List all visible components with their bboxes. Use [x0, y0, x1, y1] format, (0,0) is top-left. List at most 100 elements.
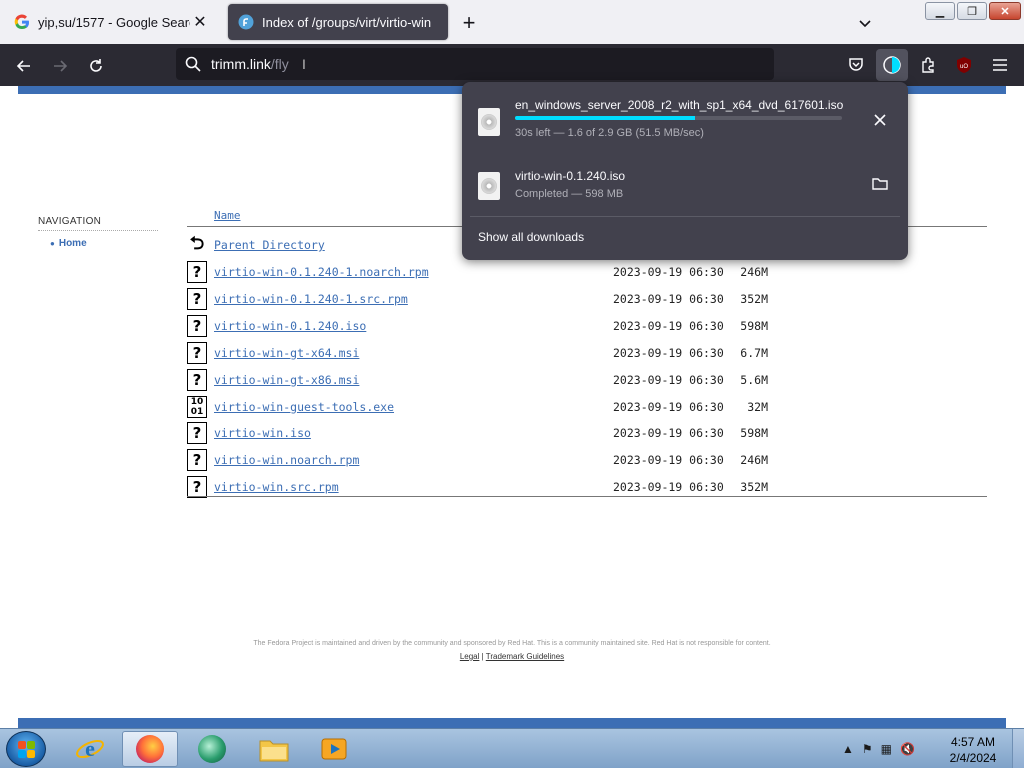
system-clock[interactable]: 4:57 AM 2/4/2024: [944, 734, 1002, 766]
maximize-window-button[interactable]: ❐: [957, 2, 987, 20]
pocket-icon[interactable]: [843, 52, 869, 78]
tab-title: Index of /groups/virt/virtio-win: [262, 14, 432, 30]
clock-time: 4:57 AM: [950, 735, 996, 749]
action-center-flag-icon[interactable]: ⚑: [862, 742, 873, 756]
file-date: 2023-09-19 06:30: [613, 291, 724, 306]
folder-icon: [872, 178, 888, 190]
tab-strip: yip,su/1577 - Google Search ✕ Index of /…: [0, 0, 1024, 44]
file-size: 598M: [740, 318, 768, 333]
network-icon[interactable]: ▦: [881, 742, 892, 756]
back-button[interactable]: [10, 52, 38, 80]
close-tab-icon[interactable]: ✕: [190, 12, 210, 32]
downloads-divider: [470, 216, 900, 217]
bullet-icon: ●: [50, 239, 55, 248]
table-row: ? virtio-win.iso 2023-09-19 06:30 598M: [187, 422, 987, 448]
download-item-virtio-iso[interactable]: virtio-win-0.1.240.iso Completed — 598 M…: [462, 156, 908, 216]
ublock-origin-icon[interactable]: uO: [951, 52, 977, 78]
home-link-label: Home: [58, 238, 87, 249]
show-all-downloads-button[interactable]: Show all downloads: [478, 230, 584, 244]
menu-hamburger-icon[interactable]: [987, 52, 1013, 78]
nav-home-link[interactable]: ● Home: [50, 238, 87, 249]
file-link[interactable]: virtio-win-0.1.240-1.noarch.rpm: [214, 265, 429, 279]
show-hidden-icons-icon[interactable]: ▲: [842, 742, 854, 756]
tab-google-search[interactable]: yip,su/1577 - Google Search ✕: [4, 4, 220, 40]
taskbar: e ▲ ⚑ ▦ 🔇 4:57 AM 2/4/2024: [0, 728, 1024, 768]
unknown-file-icon: ?: [187, 314, 207, 337]
url-text[interactable]: trimm.link/fly: [211, 56, 289, 72]
file-date: 2023-09-19 06:30: [613, 399, 724, 414]
footer-text: The Fedora Project is maintained and dri…: [253, 640, 771, 647]
extensions-icon[interactable]: [915, 52, 941, 78]
url-bar[interactable]: trimm.link/fly I: [176, 48, 774, 80]
cancel-icon: [874, 114, 886, 126]
tab-title: yip,su/1577 - Google Search: [38, 14, 190, 30]
downloads-button[interactable]: [876, 49, 908, 81]
table-row: ? virtio-win-0.1.240-1.noarch.rpm 2023-09-…: [187, 261, 987, 287]
file-link[interactable]: virtio-win-gt-x86.msi: [214, 373, 359, 387]
download-progress-fill: [515, 116, 695, 120]
table-row: ? virtio-win.src.rpm 2023-09-19 06:30 352M: [187, 476, 987, 502]
fedora-icon: [238, 14, 254, 30]
download-filename: en_windows_server_2008_r2_with_sp1_x64_d…: [515, 98, 844, 112]
internet-explorer-taskbar-button[interactable]: e: [62, 731, 118, 767]
unknown-file-icon: ?: [187, 368, 207, 391]
legal-link[interactable]: Legal: [460, 652, 480, 661]
reload-icon: [90, 59, 102, 72]
download-progress-bar: [515, 116, 842, 120]
chevron-down-icon[interactable]: [852, 10, 878, 36]
parent-directory-link[interactable]: Parent Directory: [214, 238, 325, 252]
forward-button[interactable]: [46, 52, 74, 80]
windows-logo-icon: [18, 741, 35, 758]
file-date: 2023-09-19 06:30: [613, 265, 724, 279]
navigation-divider: [38, 230, 158, 231]
app-taskbar-button[interactable]: [184, 731, 240, 767]
table-row: ? virtio-win-gt-x64.msi 2023-09-19 06:30 6.…: [187, 341, 987, 368]
file-link[interactable]: virtio-win.noarch.rpm: [214, 453, 359, 467]
file-link[interactable]: virtio-win-0.1.240.iso: [214, 319, 366, 333]
text-cursor-icon: I: [302, 56, 306, 72]
file-explorer-taskbar-button[interactable]: [246, 731, 302, 767]
file-link[interactable]: virtio-win.src.rpm: [214, 480, 339, 494]
new-tab-button[interactable]: +: [456, 10, 482, 36]
download-status: 30s left — 1.6 of 2.9 GB (51.5 MB/sec): [515, 127, 704, 139]
file-size: 246M: [740, 265, 768, 279]
volume-muted-icon[interactable]: 🔇: [900, 742, 915, 756]
media-player-icon: [321, 738, 347, 760]
disc-image-file-icon: [478, 108, 500, 136]
file-link[interactable]: virtio-win-guest-tools.exe: [214, 400, 394, 414]
google-g-icon: [14, 14, 30, 30]
footer-separator: |: [481, 652, 484, 661]
column-header-name[interactable]: Name: [214, 209, 241, 222]
show-desktop-button[interactable]: [1012, 729, 1024, 768]
file-link[interactable]: virtio-win.iso: [214, 426, 311, 440]
file-date: 2023-09-19 06:30: [613, 480, 724, 495]
close-window-button[interactable]: ✕: [989, 2, 1021, 20]
table-row: ? virtio-win.noarch.rpm 2023-09-19 06:30 24…: [187, 449, 987, 475]
media-player-taskbar-button[interactable]: [306, 731, 362, 767]
file-size: 6.7M: [740, 345, 768, 360]
file-date: 2023-09-19 06:30: [613, 345, 724, 360]
clock-date: 2/4/2024: [949, 751, 997, 765]
show-in-folder-button[interactable]: [866, 170, 894, 198]
file-size: 5.6M: [740, 372, 768, 387]
unknown-file-icon: ?: [187, 422, 207, 445]
trademark-guidelines-link[interactable]: Trademark Guidelines: [486, 652, 564, 661]
file-link[interactable]: virtio-win-0.1.240-1.src.rpm: [214, 292, 408, 306]
start-button[interactable]: [6, 731, 46, 767]
file-date: 2023-09-19 06:30: [613, 426, 724, 441]
firefox-taskbar-button[interactable]: [122, 731, 178, 767]
svg-text:e: e: [85, 736, 95, 761]
table-row: ? virtio-win-0.1.240.iso 2023-09-19 06:30 5…: [187, 314, 987, 341]
file-link[interactable]: virtio-win-gt-x64.msi: [214, 346, 359, 360]
minimize-window-button[interactable]: ▁: [925, 2, 955, 20]
file-date: 2023-09-19 06:30: [613, 453, 724, 468]
firefox-icon: [136, 735, 164, 763]
download-progress-icon: [883, 56, 901, 74]
file-size: 352M: [740, 291, 768, 306]
tab-virtio-index[interactable]: Index of /groups/virt/virtio-win: [228, 4, 448, 40]
disc-image-file-icon: [478, 172, 500, 200]
download-item-windows-iso[interactable]: en_windows_server_2008_r2_with_sp1_x64_d…: [462, 92, 908, 152]
forward-arrow-icon: [54, 60, 68, 72]
reload-button[interactable]: [82, 52, 110, 80]
cancel-download-button[interactable]: [866, 106, 894, 134]
